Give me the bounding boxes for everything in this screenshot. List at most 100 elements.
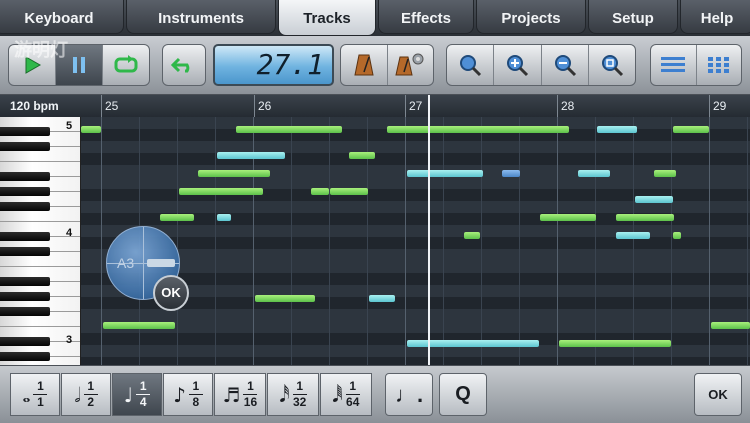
piano-keyboard[interactable]: 5 4 3 bbox=[0, 117, 81, 365]
piano-roll-grid[interactable] bbox=[81, 117, 750, 365]
midi-note[interactable] bbox=[711, 322, 750, 329]
tab-effects[interactable]: Effects bbox=[378, 0, 474, 34]
thirtysecond-note-icon: 𝅘𝅥𝅰 bbox=[279, 382, 290, 407]
tab-tracks[interactable]: Tracks bbox=[278, 0, 376, 36]
black-key[interactable] bbox=[0, 172, 50, 181]
midi-note[interactable] bbox=[369, 295, 395, 302]
quantize-button[interactable]: Q bbox=[439, 373, 487, 416]
pitch-row bbox=[81, 141, 750, 153]
beat-gridline bbox=[101, 117, 102, 365]
fraction-den: 16 bbox=[243, 395, 258, 409]
tab-keyboard-label: Keyboard bbox=[24, 10, 94, 27]
black-key[interactable] bbox=[0, 292, 50, 301]
black-key[interactable] bbox=[0, 127, 50, 136]
black-key[interactable] bbox=[0, 142, 50, 151]
midi-note[interactable] bbox=[81, 126, 101, 133]
midi-note[interactable] bbox=[407, 170, 483, 177]
zoom-in-button[interactable] bbox=[494, 45, 542, 85]
midi-note[interactable] bbox=[198, 170, 270, 177]
zoom-fit-button[interactable] bbox=[589, 45, 635, 85]
zoom-button[interactable] bbox=[447, 45, 495, 85]
position-display: 27.1 bbox=[213, 44, 334, 86]
tab-keyboard[interactable]: Keyboard bbox=[0, 0, 124, 34]
midi-note[interactable] bbox=[616, 214, 674, 221]
midi-note[interactable] bbox=[407, 340, 539, 347]
pitch-row bbox=[81, 261, 750, 273]
black-key[interactable] bbox=[0, 352, 50, 361]
midi-note[interactable] bbox=[616, 232, 650, 239]
black-key[interactable] bbox=[0, 247, 50, 256]
midi-note[interactable] bbox=[673, 232, 681, 239]
midi-note[interactable] bbox=[311, 188, 329, 195]
midi-note[interactable] bbox=[255, 295, 315, 302]
midi-note[interactable] bbox=[349, 152, 375, 159]
black-key[interactable] bbox=[0, 337, 50, 346]
midi-note[interactable] bbox=[217, 152, 285, 159]
fraction-den: 32 bbox=[293, 395, 307, 409]
midi-note[interactable] bbox=[330, 188, 368, 195]
grid-view-button[interactable] bbox=[697, 45, 742, 85]
midi-note[interactable] bbox=[540, 214, 596, 221]
note-ok-button[interactable]: OK bbox=[153, 275, 189, 311]
metronome-settings-button[interactable] bbox=[388, 45, 434, 85]
beat-gridline bbox=[633, 117, 634, 365]
fraction-num: 1 bbox=[247, 379, 254, 393]
selected-note-label: A3 bbox=[117, 255, 135, 271]
beat-gridline bbox=[595, 117, 596, 365]
tab-help[interactable]: Help bbox=[680, 0, 750, 34]
duration-half-button[interactable]: 𝅗𝅥 1 2 bbox=[61, 373, 111, 416]
metronome-button[interactable] bbox=[341, 45, 388, 85]
black-key[interactable] bbox=[0, 277, 50, 286]
tab-projects[interactable]: Projects bbox=[476, 0, 586, 34]
midi-note[interactable] bbox=[578, 170, 610, 177]
midi-note[interactable] bbox=[654, 170, 676, 177]
bar-tick bbox=[101, 95, 102, 117]
duration-fraction: 1 16 bbox=[243, 379, 258, 409]
duration-sixtyfourth-button[interactable]: 𝅘𝅥𝅱 1 64 bbox=[320, 373, 372, 416]
playhead[interactable] bbox=[428, 95, 430, 365]
loop-button[interactable] bbox=[103, 45, 149, 85]
duration-fraction: 12 bbox=[83, 379, 98, 409]
pause-icon bbox=[73, 57, 85, 73]
midi-note[interactable] bbox=[217, 214, 231, 221]
duration-whole-button[interactable]: 𝅝 1 1 bbox=[10, 373, 60, 416]
fraction-num: 1 bbox=[87, 379, 95, 393]
midi-note[interactable] bbox=[387, 126, 569, 133]
undo-button[interactable] bbox=[163, 45, 205, 85]
duration-eighth-button[interactable]: ♪ 1 8 bbox=[163, 373, 213, 416]
midi-note[interactable] bbox=[673, 126, 709, 133]
midi-note[interactable] bbox=[103, 322, 175, 329]
duration-thirtysecond-button[interactable]: 𝅘𝅥𝅰 1 32 bbox=[267, 373, 319, 416]
octave-label-4: 4 bbox=[66, 227, 73, 239]
zoom-out-button[interactable] bbox=[542, 45, 589, 85]
black-key[interactable] bbox=[0, 187, 50, 196]
list-view-icon bbox=[661, 57, 686, 72]
midi-note[interactable] bbox=[597, 126, 637, 133]
black-key[interactable] bbox=[0, 307, 50, 316]
grid-view-icon bbox=[707, 57, 729, 73]
black-key[interactable] bbox=[0, 202, 50, 211]
dotted-note-button[interactable]: ♩. bbox=[385, 373, 433, 416]
tab-setup-label: Setup bbox=[612, 10, 654, 27]
ok-button[interactable]: OK bbox=[694, 373, 742, 416]
midi-note[interactable] bbox=[502, 170, 520, 177]
duration-sixteenth-button[interactable]: ♬ 1 16 bbox=[214, 373, 266, 416]
bar-number: 26 bbox=[258, 99, 272, 113]
tab-instruments[interactable]: Instruments bbox=[126, 0, 276, 34]
undo-group bbox=[162, 44, 206, 86]
midi-note[interactable] bbox=[635, 196, 673, 203]
timeline-ruler[interactable]: 120 bpm 25 26 27 28 29 bbox=[0, 95, 750, 117]
midi-note[interactable] bbox=[464, 232, 480, 239]
midi-note[interactable] bbox=[179, 188, 263, 195]
tab-setup[interactable]: Setup bbox=[588, 0, 678, 34]
black-key[interactable] bbox=[0, 232, 50, 241]
zoom-icon bbox=[460, 55, 482, 77]
list-view-button[interactable] bbox=[651, 45, 697, 85]
midi-note[interactable] bbox=[236, 126, 342, 133]
fraction-den: 1 bbox=[37, 395, 44, 409]
midi-note[interactable] bbox=[559, 340, 671, 347]
half-note-icon: 𝅗𝅥 bbox=[74, 382, 81, 407]
duration-quarter-button[interactable]: ♩ 1 4 bbox=[112, 373, 162, 416]
fraction-den: 4 bbox=[139, 395, 147, 409]
midi-note[interactable] bbox=[160, 214, 194, 221]
